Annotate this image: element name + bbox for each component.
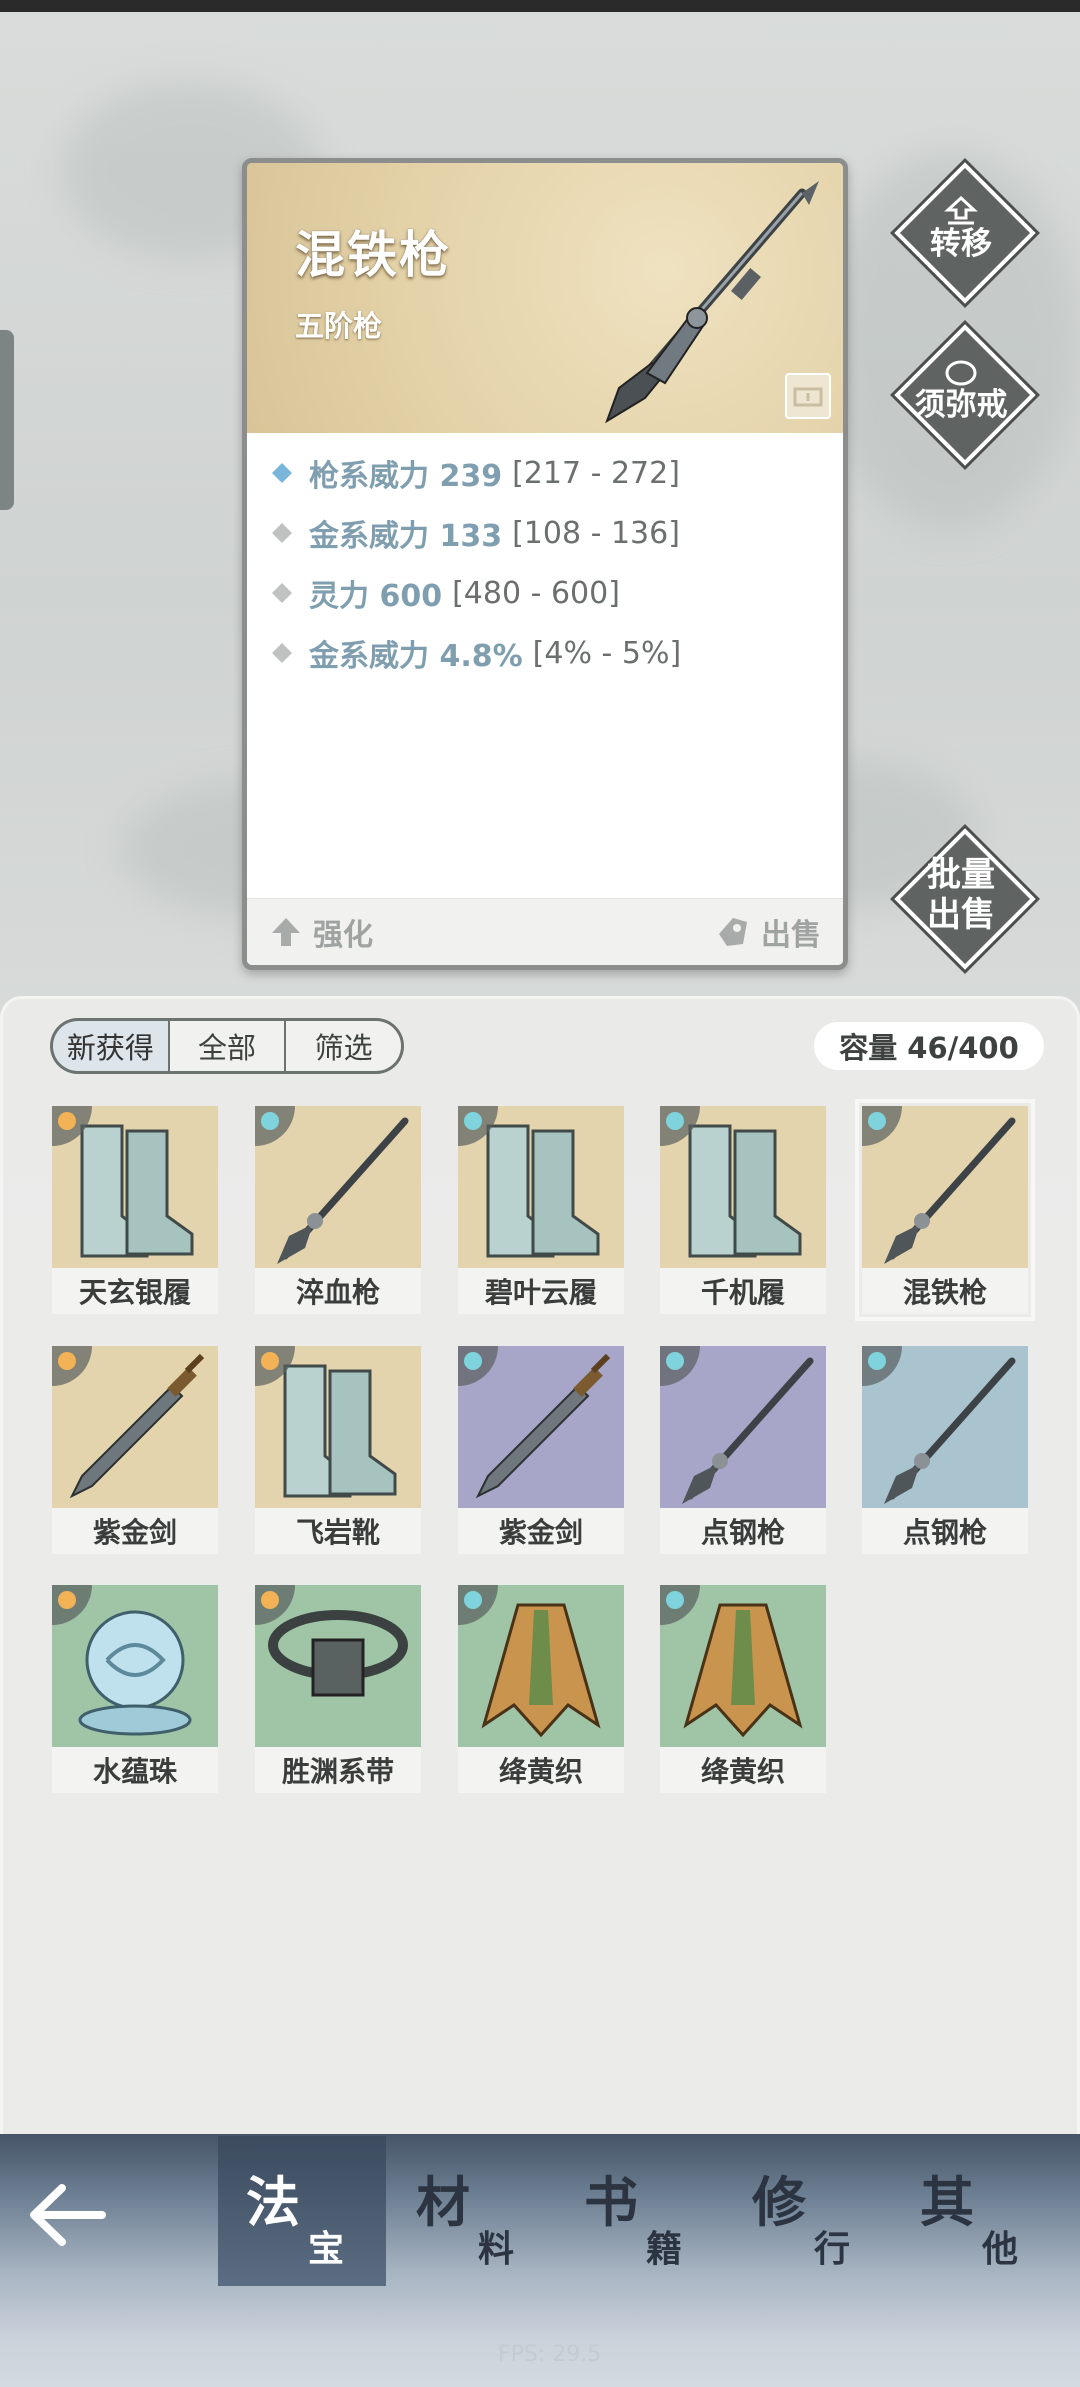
sell-button[interactable]: 出售 (715, 899, 821, 965)
diamond-bullet-icon (272, 523, 292, 543)
tab-label-main: 修 (752, 2171, 806, 2234)
filter-all[interactable]: 全部 (169, 1021, 285, 1071)
tab-category[interactable]: 其他 (892, 2136, 1060, 2286)
inventory-item-name: 水蕴珠 (52, 1747, 218, 1793)
stat-row: 金系威力 4.8% [4% - 5%] (271, 623, 681, 683)
inventory-item-name: 绛黄织 (458, 1747, 624, 1793)
diamond-bullet-icon (272, 643, 292, 663)
stat-row: 枪系威力 239 [217 - 272] (271, 443, 681, 503)
batch-sell-button[interactable]: 批量 出售 (894, 828, 1036, 970)
inventory-item-name: 淬血枪 (255, 1268, 421, 1314)
tab-category[interactable]: 修行 (724, 2136, 892, 2286)
storage-ring-label: 须弥戒 (914, 387, 1008, 423)
tab-category[interactable]: 法宝 (218, 2136, 386, 2286)
stat-name: 金系威力 133 (309, 519, 503, 554)
tab-label-sub: 他 (982, 2229, 1019, 2270)
side-drawer-handle[interactable] (0, 330, 14, 510)
stat-name: 金系威力 4.8% (309, 639, 523, 674)
item-detail-card: 混铁枪 五阶枪 枪系威力 239 [217 - 272] 金系威力 133 [1… (242, 158, 848, 970)
inventory-item-name: 点钢枪 (660, 1508, 826, 1554)
batch-sell-label-line1: 批量 (927, 855, 995, 895)
transfer-button[interactable]: 转移 (894, 162, 1036, 304)
inventory-item[interactable]: 点钢枪 (862, 1346, 1028, 1554)
inventory-item-name: 点钢枪 (862, 1508, 1028, 1554)
back-arrow-icon[interactable] (22, 2170, 112, 2260)
tab-label-main: 法 (246, 2171, 300, 2234)
inventory-item[interactable]: 飞岩靴 (255, 1346, 421, 1554)
item-detail-header: 混铁枪 五阶枪 (247, 163, 843, 433)
inventory-item[interactable]: 紫金剑 (52, 1346, 218, 1554)
stat-name: 枪系威力 239 (309, 459, 503, 494)
batch-sell-label-line2: 出售 (927, 895, 995, 935)
tab-label-main: 书 (584, 2171, 638, 2234)
inventory-item-name: 紫金剑 (458, 1508, 624, 1554)
tab-label-main: 其 (920, 2171, 974, 2234)
stat-range: [217 - 272] (512, 455, 680, 491)
inventory-item[interactable]: 千机履 (660, 1106, 826, 1314)
fps-counter: FPS: 29.5 (498, 2342, 602, 2367)
storage-ring-button-content: 须弥戒 (896, 326, 1026, 456)
upload-icon (944, 196, 978, 225)
tab-label-sub: 宝 (308, 2229, 345, 2270)
diamond-bullet-icon (272, 463, 292, 483)
stat-row: 灵力 600 [480 - 600] (271, 563, 681, 623)
stat-range: [480 - 600] (452, 575, 620, 611)
inventory-item-name: 混铁枪 (862, 1268, 1028, 1314)
stat-name: 灵力 600 (309, 579, 443, 614)
inventory-item[interactable]: 天玄银履 (52, 1106, 218, 1314)
enhance-label: 强化 (313, 918, 373, 953)
inventory-item-name: 天玄银履 (52, 1268, 218, 1314)
sell-label: 出售 (761, 918, 821, 953)
stat-row: 金系威力 133 [108 - 136] (271, 503, 681, 563)
item-detail-footer: 强化 出售 (247, 898, 843, 965)
inventory-item[interactable]: 胜渊系带 (255, 1585, 421, 1793)
enhance-button[interactable]: 强化 (269, 899, 373, 965)
inventory-item[interactable]: 紫金剑 (458, 1346, 624, 1554)
item-name: 混铁枪 (295, 226, 451, 284)
arrow-up-icon (272, 918, 300, 946)
transfer-button-content: 转移 (896, 164, 1026, 294)
inventory-item[interactable]: 碧叶云履 (458, 1106, 624, 1314)
tab-label-sub: 籍 (646, 2229, 683, 2270)
filter-tabs: 新获得 全部 筛选 (50, 1018, 404, 1074)
tab-category[interactable]: 书籍 (556, 2136, 724, 2286)
price-tag-icon (719, 918, 747, 946)
lock-icon[interactable] (785, 373, 831, 419)
inventory-item[interactable]: 点钢枪 (660, 1346, 826, 1554)
inventory-item-name: 千机履 (660, 1268, 826, 1314)
filter-new[interactable]: 新获得 (53, 1021, 168, 1071)
storage-ring-button[interactable]: 须弥戒 (894, 324, 1036, 466)
item-grade: 五阶枪 (295, 309, 383, 343)
capacity-badge: 容量 46/400 (814, 1022, 1044, 1070)
filter-screen[interactable]: 筛选 (286, 1021, 402, 1071)
inventory-item-name: 紫金剑 (52, 1508, 218, 1554)
diamond-bullet-icon (272, 583, 292, 603)
inventory-item[interactable]: 绛黄织 (660, 1585, 826, 1793)
ring-icon (945, 360, 977, 386)
batch-sell-button-content: 批量 出售 (896, 830, 1026, 960)
inventory-item[interactable]: 绛黄织 (458, 1585, 624, 1793)
stat-list: 枪系威力 239 [217 - 272] 金系威力 133 [108 - 136… (271, 443, 681, 683)
status-bar (0, 0, 1080, 12)
inventory-item-name: 飞岩靴 (255, 1508, 421, 1554)
inventory-item[interactable]: 水蕴珠 (52, 1585, 218, 1793)
transfer-label: 转移 (930, 226, 992, 262)
tab-category[interactable]: 材料 (388, 2136, 556, 2286)
stat-range: [108 - 136] (512, 515, 680, 551)
inventory-item[interactable]: 混铁枪 (855, 1099, 1035, 1321)
inventory-item[interactable]: 淬血枪 (255, 1106, 421, 1314)
tab-label-sub: 料 (478, 2229, 515, 2270)
tab-label-main: 材 (416, 2171, 470, 2234)
inventory-item-name: 绛黄织 (660, 1747, 826, 1793)
inventory-item-name: 碧叶云履 (458, 1268, 624, 1314)
stat-range: [4% - 5%] (532, 635, 682, 671)
inventory-item-name: 胜渊系带 (255, 1747, 421, 1793)
tab-label-sub: 行 (814, 2229, 851, 2270)
